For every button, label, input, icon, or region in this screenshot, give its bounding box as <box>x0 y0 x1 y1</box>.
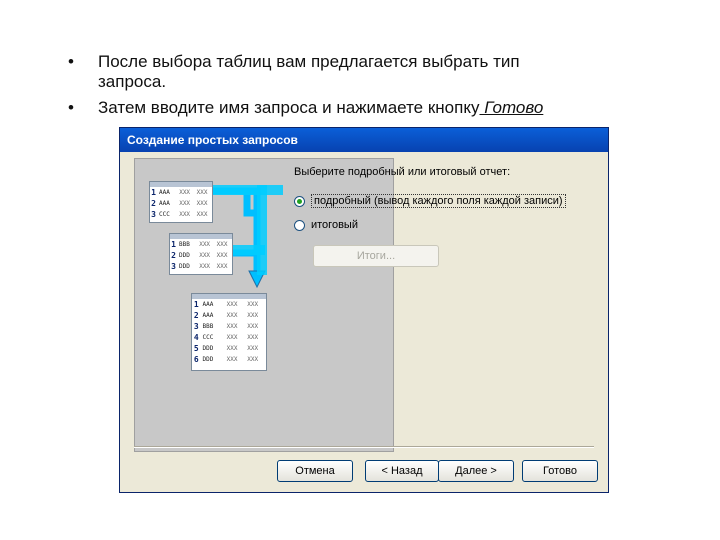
table-row: 2 AAA XXX XXX <box>193 311 259 320</box>
bullet-1: • После выбора таблиц вам предлагается в… <box>58 52 698 92</box>
radio-detailed[interactable]: подробный (вывод каждого поля каждой зап… <box>294 194 566 208</box>
button-separator <box>134 446 594 448</box>
table-row: 3 DDD XXX XXX <box>171 262 228 271</box>
table-row: 3 CCC XXX XXX <box>151 210 208 219</box>
radio-unselected-icon[interactable] <box>294 219 305 231</box>
bullet-1-line1: После выбора таблиц вам предлагается выб… <box>98 52 520 71</box>
bullet-1-line2: запроса. <box>98 72 167 91</box>
table-row: 6 DDD XXX XXX <box>193 355 259 364</box>
finish-button[interactable]: Готово <box>522 460 598 482</box>
radio-selected-icon[interactable] <box>294 195 305 207</box>
table-row: 1 AAA XXX XXX <box>151 188 208 197</box>
table-row: 1 AAA XXX XXX <box>193 300 259 309</box>
bullet-2-text: Затем вводите имя запроса и нажимаете кн… <box>98 98 480 117</box>
bullet-2: • Затем вводите имя запроса и нажимаете … <box>58 98 698 118</box>
options-area: Выберите подробный или итоговый отчет: <box>294 166 594 178</box>
bullet-dot: • <box>68 98 74 117</box>
totals-button[interactable]: Итоги... <box>313 245 439 267</box>
table-row: 4 CCC XXX XXX <box>193 333 259 342</box>
table-row: 3 BBB XXX XXX <box>193 322 259 331</box>
simple-query-wizard-dialog: Создание простых запросов 1 AAA XXX XXX 2 AA… <box>119 127 609 493</box>
prompt-label: Выберите подробный или итоговый отчет: <box>294 166 511 178</box>
result-table: 1 AAA XXX XXX 2 AAA XXX XXX 3 BBB XXX XXX 4 CCC XXX… <box>191 293 267 371</box>
table-row: 2 DDD XXX XXX <box>171 251 228 260</box>
table-row: 2 AAA XXX XXX <box>151 199 208 208</box>
table-row: 1 BBB XXX XXX <box>171 240 228 249</box>
slide-bullets: • После выбора таблиц вам предлагается в… <box>58 52 698 124</box>
source-table-1: 1 AAA XXX XXX 2 AAA XXX XXX 3 CCC XXX XXX <box>149 181 213 223</box>
back-button[interactable]: < Назад <box>365 460 439 482</box>
source-table-2: 1 BBB XXX XXX 2 DDD XXX XXX 3 DDD XXX XXX <box>169 233 233 275</box>
bullet-2-finish-ref: Готово <box>479 98 544 117</box>
radio-summary[interactable]: итоговый <box>294 219 358 231</box>
arrow-band-2 <box>257 185 267 275</box>
next-button[interactable]: Далее > <box>438 460 514 482</box>
table-row: 5 DDD XXX XXX <box>193 344 259 353</box>
dialog-title[interactable]: Создание простых запросов <box>120 128 608 152</box>
radio-detailed-label[interactable]: подробный (вывод каждого поля каждой зап… <box>311 194 566 208</box>
bullet-dot: • <box>68 52 74 71</box>
cancel-button[interactable]: Отмена <box>277 460 353 482</box>
radio-summary-label[interactable]: итоговый <box>311 219 358 231</box>
